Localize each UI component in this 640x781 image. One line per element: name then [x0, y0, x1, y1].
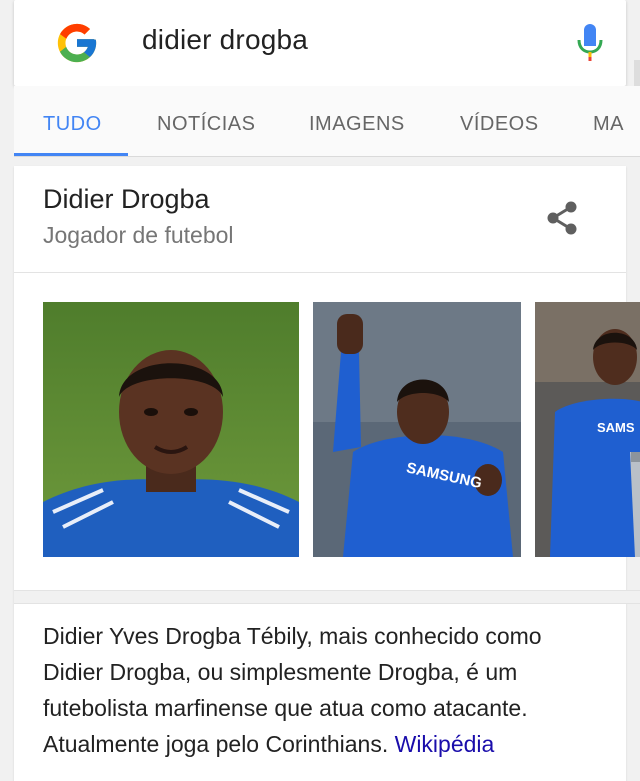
- tab-more[interactable]: MA: [593, 113, 624, 136]
- image-carousel: SAMSUNG SAMS: [14, 273, 640, 588]
- tab-images[interactable]: IMAGENS: [309, 113, 405, 136]
- share-icon[interactable]: [542, 198, 582, 238]
- search-bar: didier drogba: [14, 0, 626, 86]
- active-tab-indicator: [14, 153, 128, 156]
- google-g-logo-icon[interactable]: [54, 20, 100, 66]
- tab-videos[interactable]: VÍDEOS: [460, 113, 539, 136]
- tab-all[interactable]: TUDO: [43, 113, 102, 136]
- portrait-photo[interactable]: [43, 302, 299, 557]
- search-tabs: TUDO NOTÍCIAS IMAGENS VÍDEOS MA: [14, 86, 640, 157]
- wikipedia-link[interactable]: Wikipédia: [395, 731, 495, 757]
- knowledge-panel: Didier Drogba Jogador de futebol SAMSUNG…: [14, 166, 640, 781]
- kp-subtitle: Jogador de futebol: [43, 222, 234, 248]
- trophy-photo[interactable]: SAMS: [535, 302, 640, 557]
- kp-title[interactable]: Didier Drogba: [43, 184, 210, 215]
- search-query-text[interactable]: didier drogba: [142, 24, 308, 56]
- tab-news[interactable]: NOTÍCIAS: [157, 113, 255, 136]
- section-divider: [14, 590, 640, 604]
- celebration-photo[interactable]: SAMSUNG: [313, 302, 521, 557]
- microphone-icon[interactable]: [575, 22, 605, 62]
- kp-description: Didier Yves Drogba Tébily, mais conhecid…: [43, 618, 603, 762]
- shirt-sponsor-text: SAMS: [597, 420, 635, 435]
